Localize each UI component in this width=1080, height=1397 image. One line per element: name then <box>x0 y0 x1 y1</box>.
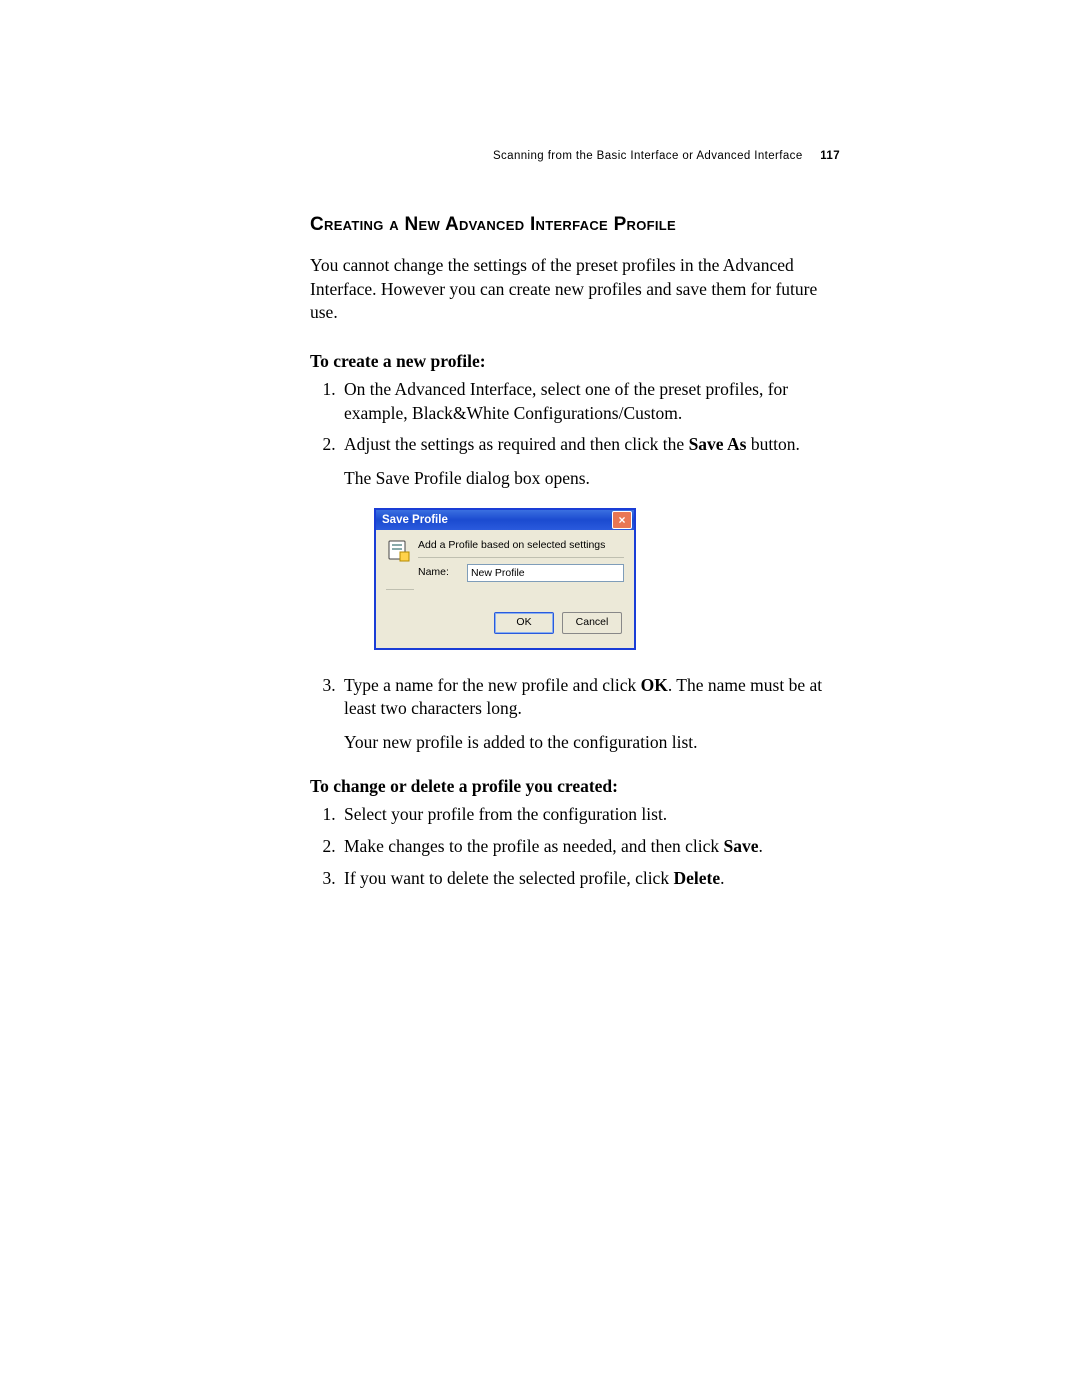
bold-term: Save <box>724 836 759 856</box>
step-text: Make changes to the profile as needed, a… <box>344 836 724 856</box>
step-text: Adjust the settings as required and then… <box>344 434 689 454</box>
step-text: On the Advanced Interface, select one of… <box>344 379 788 423</box>
bold-term: OK <box>641 675 668 695</box>
profile-icon <box>386 538 410 562</box>
step-text: Type a name for the new profile and clic… <box>344 675 641 695</box>
list-item: Type a name for the new profile and clic… <box>340 674 840 755</box>
step-text-after: button. <box>746 434 799 454</box>
divider <box>386 588 414 590</box>
list-item: On the Advanced Interface, select one of… <box>340 378 840 425</box>
cancel-button[interactable]: Cancel <box>562 612 622 634</box>
dialog-title: Save Profile <box>382 513 448 529</box>
name-label: Name: <box>418 565 449 579</box>
ok-button[interactable]: OK <box>494 612 554 634</box>
section-intro: You cannot change the settings of the pr… <box>310 254 840 325</box>
save-profile-dialog-figure: Save Profile × <box>374 508 840 649</box>
step-text: Select your profile from the configurati… <box>344 804 667 824</box>
list-item: If you want to delete the selected profi… <box>340 867 840 891</box>
page-number: 117 <box>820 150 840 162</box>
change-delete-steps: Select your profile from the configurati… <box>310 803 840 890</box>
save-profile-dialog: Save Profile × <box>374 508 636 649</box>
step-text-after: . <box>759 836 763 856</box>
step-text-after: . <box>720 868 724 888</box>
list-item: Make changes to the profile as needed, a… <box>340 835 840 859</box>
running-header-text: Scanning from the Basic Interface or Adv… <box>493 150 803 162</box>
step-extra: Your new profile is added to the configu… <box>344 731 840 755</box>
step-text: If you want to delete the selected profi… <box>344 868 673 888</box>
dialog-description: Add a Profile based on selected settings <box>418 538 624 557</box>
bold-term: Save As <box>689 434 747 454</box>
close-icon[interactable]: × <box>612 511 632 529</box>
create-profile-steps: On the Advanced Interface, select one of… <box>310 378 840 755</box>
step-extra: The Save Profile dialog box opens. <box>344 467 840 491</box>
dialog-titlebar: Save Profile × <box>376 510 634 530</box>
section-title: Creating a New Advanced Interface Profil… <box>310 214 840 236</box>
list-item: Adjust the settings as required and then… <box>340 433 840 649</box>
list-item: Select your profile from the configurati… <box>340 803 840 827</box>
change-delete-heading: To change or delete a profile you create… <box>310 776 840 797</box>
create-profile-heading: To create a new profile: <box>310 351 840 372</box>
bold-term: Delete <box>673 868 720 888</box>
running-header: Scanning from the Basic Interface or Adv… <box>310 150 840 162</box>
name-input[interactable]: New Profile <box>467 564 624 582</box>
